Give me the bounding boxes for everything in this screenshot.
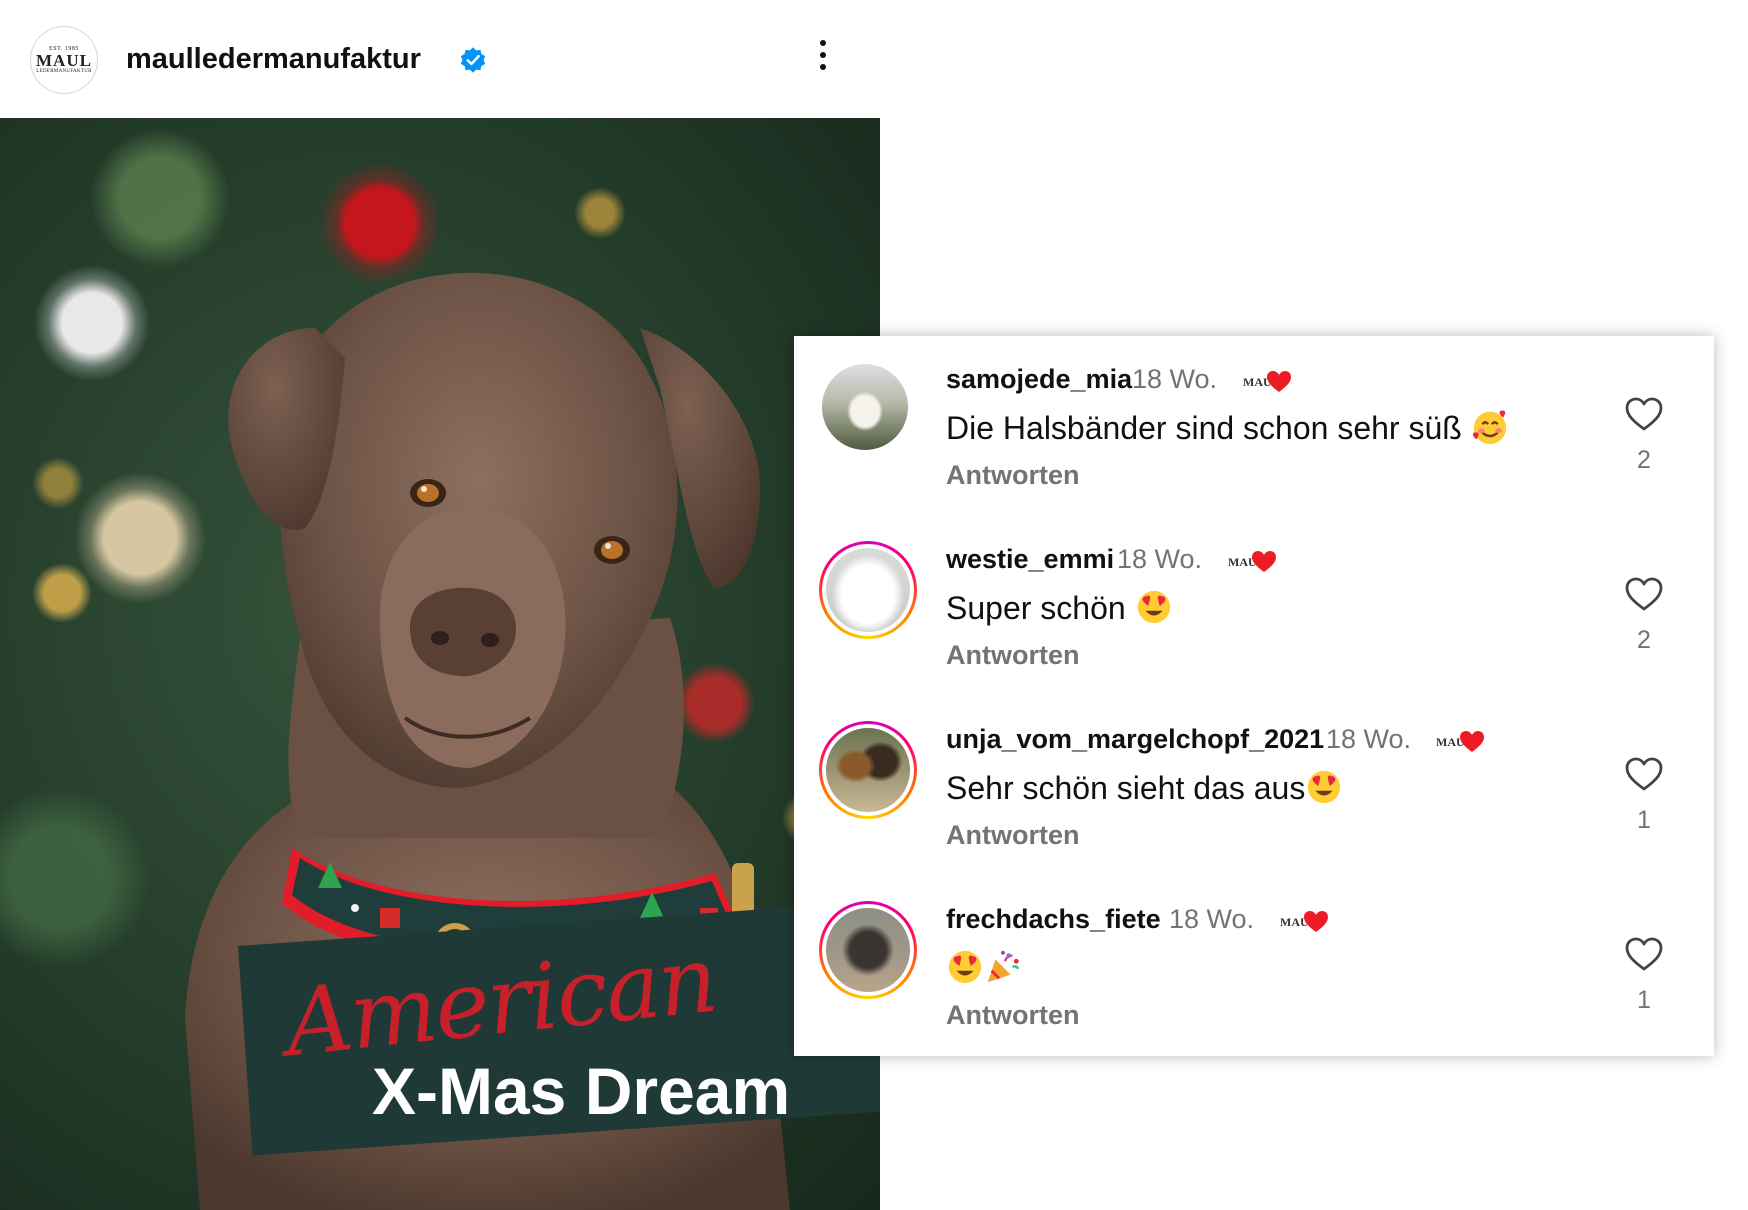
comment-text: Sehr schön sieht das aus bbox=[946, 768, 1343, 807]
image-title-main: X-Mas Dream bbox=[372, 1054, 791, 1128]
heart-outline-icon[interactable] bbox=[1624, 936, 1664, 972]
heart-eyes-icon bbox=[1137, 590, 1170, 624]
comment-item: samojede_mia 18 Wo. MAUL Die Halsbänder … bbox=[794, 336, 1714, 516]
commenter-avatar[interactable] bbox=[819, 721, 917, 819]
smiling-face-with-hearts-icon bbox=[1472, 410, 1506, 445]
creator-liked-icon: MAUL bbox=[1280, 911, 1328, 932]
post-header: EST. 1985 MAUL LEDERMANUFAKTUR maulleder… bbox=[0, 0, 880, 118]
creator-liked-icon: MAUL bbox=[1436, 731, 1484, 752]
comment-username[interactable]: westie_emmi bbox=[946, 544, 1114, 575]
comment-item: westie_emmi 18 Wo. MAUL Super schön Antw… bbox=[794, 516, 1714, 696]
comment-username[interactable]: frechdachs_fiete bbox=[946, 904, 1161, 935]
creator-liked-icon: MAUL bbox=[1228, 551, 1276, 572]
heart-outline-icon[interactable] bbox=[1624, 756, 1664, 792]
comment-text bbox=[946, 948, 1022, 987]
reply-button[interactable]: Antworten bbox=[946, 820, 1079, 851]
avatar-logo-sub: LEDERMANUFAKTUR bbox=[36, 69, 92, 74]
account-avatar[interactable]: EST. 1985 MAUL LEDERMANUFAKTUR bbox=[30, 26, 98, 94]
commenter-avatar[interactable] bbox=[819, 541, 917, 639]
account-username[interactable]: maulledermanufaktur bbox=[126, 43, 421, 76]
like-count: 2 bbox=[1637, 446, 1651, 474]
comment-text-content: Sehr schön sieht das aus bbox=[946, 770, 1306, 806]
heart-outline-icon[interactable] bbox=[1624, 396, 1664, 432]
reply-button[interactable]: Antworten bbox=[946, 1000, 1079, 1031]
comment-time: 18 Wo. bbox=[1117, 544, 1203, 574]
comment-text-content: Die Halsbänder sind schon sehr süß bbox=[946, 410, 1462, 446]
heart-eyes-icon bbox=[948, 950, 982, 984]
comment-username[interactable]: samojede_mia bbox=[946, 364, 1132, 395]
comment-item: unja_vom_margelchopf_2021 18 Wo. MAUL Se… bbox=[794, 696, 1714, 876]
like-count: 2 bbox=[1637, 626, 1651, 654]
comment-text: Super schön bbox=[946, 588, 1173, 627]
party-popper-icon bbox=[987, 950, 1020, 983]
reply-button[interactable]: Antworten bbox=[946, 460, 1079, 491]
like-count: 1 bbox=[1637, 806, 1651, 834]
avatar-logo-word: MAUL bbox=[36, 51, 92, 70]
comment-text-content: Super schön bbox=[946, 590, 1126, 626]
commenter-avatar[interactable] bbox=[822, 364, 908, 450]
comment-time: 18 Wo. bbox=[1326, 724, 1412, 754]
comment-username[interactable]: unja_vom_margelchopf_2021 bbox=[946, 724, 1324, 755]
heart-eyes-icon bbox=[1308, 770, 1341, 804]
comment-item: frechdachs_fiete 18 Wo. MAUL Antworten 1 bbox=[794, 876, 1714, 1056]
commenter-avatar[interactable] bbox=[819, 901, 917, 999]
more-options-icon[interactable] bbox=[816, 40, 830, 80]
comment-time: 18 Wo. bbox=[1132, 364, 1218, 394]
like-count: 1 bbox=[1637, 986, 1651, 1014]
creator-liked-icon: MAUL bbox=[1243, 371, 1291, 392]
heart-outline-icon[interactable] bbox=[1624, 576, 1664, 612]
comment-text: Die Halsbänder sind schon sehr süß bbox=[946, 408, 1509, 447]
comments-panel: samojede_mia 18 Wo. MAUL Die Halsbänder … bbox=[794, 336, 1714, 1056]
reply-button[interactable]: Antworten bbox=[946, 640, 1079, 671]
post-image[interactable]: American X-Mas Dream bbox=[0, 118, 880, 1210]
verified-badge-icon bbox=[460, 47, 486, 73]
comment-time: 18 Wo. bbox=[1169, 904, 1255, 934]
